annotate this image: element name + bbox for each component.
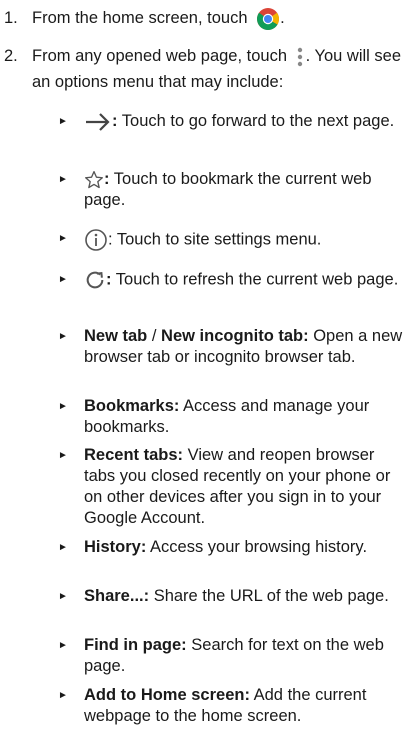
menu-item-text: History: Access your browsing history. <box>84 538 368 556</box>
bullet-marker: ► <box>58 542 68 553</box>
bullet-marker: ► <box>58 274 68 285</box>
step-text: From any opened web page, touch . You wi… <box>32 47 402 91</box>
bullet-marker: ► <box>58 450 68 461</box>
chrome-icon <box>257 7 280 30</box>
bullet-marker: ► <box>58 233 68 244</box>
menu-item-text: Recent tabs: View and reopen browser tab… <box>84 446 391 527</box>
vertical-dots-icon <box>297 47 302 66</box>
menu-item-text: Bookmarks: Access and manage your bookma… <box>84 397 370 436</box>
menu-item-text: : Touch to go forward to the next page. <box>84 111 408 132</box>
step-text: From the home screen, touch . <box>32 5 408 31</box>
bullet-marker: ► <box>58 331 68 342</box>
instructions-page: 1. From the home screen, touch . 2. From… <box>0 0 414 742</box>
menu-item-text: : Touch to refresh the current web page. <box>84 269 408 291</box>
bookmark-star-icon <box>85 170 104 188</box>
bullet-marker: ► <box>58 116 68 127</box>
menu-item-text: : Touch to site settings menu. <box>84 228 408 252</box>
refresh-icon <box>86 271 104 289</box>
forward-arrow-icon <box>86 112 110 131</box>
bullet-marker: ► <box>58 401 68 412</box>
menu-item-text: : Touch to bookmark the current web page… <box>84 170 372 209</box>
step-number: 1. <box>4 9 18 27</box>
menu-item-text: New tab / New incognito tab: Open a new … <box>84 327 403 366</box>
bullet-marker: ► <box>58 640 68 651</box>
bullet-marker: ► <box>58 174 68 185</box>
menu-item-text: Add to Home screen: Add the current webp… <box>84 686 367 725</box>
bullet-marker: ► <box>58 690 68 701</box>
step-number: 2. <box>4 47 18 65</box>
bullet-marker: ► <box>58 591 68 602</box>
info-icon <box>85 229 107 251</box>
menu-item-text: Share...: Share the URL of the web page. <box>84 587 389 605</box>
menu-item-text: Find in page: Search for text on the web… <box>84 636 384 675</box>
